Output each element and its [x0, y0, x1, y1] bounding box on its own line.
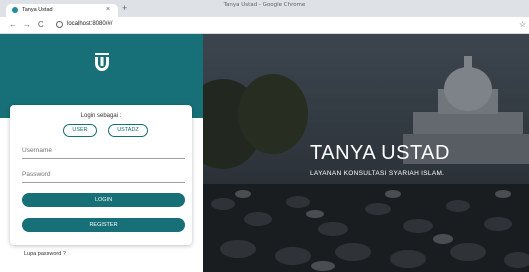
- new-tab-button[interactable]: +: [122, 3, 127, 13]
- password-field[interactable]: Password: [22, 167, 185, 183]
- browser-tab[interactable]: Tanya Ustad ×: [6, 4, 118, 17]
- hero-title: TANYA USTAD: [310, 142, 450, 164]
- login-as-label: Login sebagai :: [80, 113, 122, 119]
- username-placeholder: Username: [22, 147, 52, 154]
- star-icon[interactable]: ☆: [519, 20, 526, 30]
- logo-icon: [95, 53, 109, 71]
- login-button[interactable]: LOGIN: [22, 193, 185, 207]
- reload-icon[interactable]: C: [38, 20, 44, 30]
- favicon-icon: [12, 7, 18, 13]
- address-bar[interactable]: localhost:8080/#/: [67, 21, 112, 27]
- role-ustadz-button[interactable]: USTADZ: [108, 124, 148, 137]
- page-content: Login sebagai : USER USTADZ Username Pas…: [0, 34, 529, 272]
- forward-arrow-icon[interactable]: →: [23, 20, 31, 30]
- register-button[interactable]: REGISTER: [22, 218, 185, 232]
- forgot-password-link[interactable]: Lupa password ?: [24, 251, 66, 257]
- tab-title: Tanya Ustad: [22, 7, 53, 13]
- tab-close-icon[interactable]: ×: [106, 5, 110, 15]
- site-info-icon[interactable]: [56, 21, 63, 28]
- password-placeholder: Password: [22, 171, 51, 178]
- username-field[interactable]: Username: [22, 143, 185, 159]
- browser-toolbar: ← → C localhost:8080/#/ ☆: [0, 17, 529, 34]
- login-panel: Login sebagai : USER USTADZ Username Pas…: [0, 34, 203, 272]
- browser-titlebar: Tanya Ustad - Google Chrome Tanya Ustad …: [0, 0, 529, 17]
- hero-banner: TANYA USTAD LAYANAN KONSULTASI SYARIAH I…: [203, 34, 529, 272]
- back-arrow-icon[interactable]: ←: [9, 20, 17, 30]
- hero-subtitle: LAYANAN KONSULTASI SYARIAH ISLAM.: [310, 170, 445, 177]
- role-user-button[interactable]: USER: [63, 124, 97, 137]
- login-card: Login sebagai : USER USTADZ Username Pas…: [10, 105, 192, 245]
